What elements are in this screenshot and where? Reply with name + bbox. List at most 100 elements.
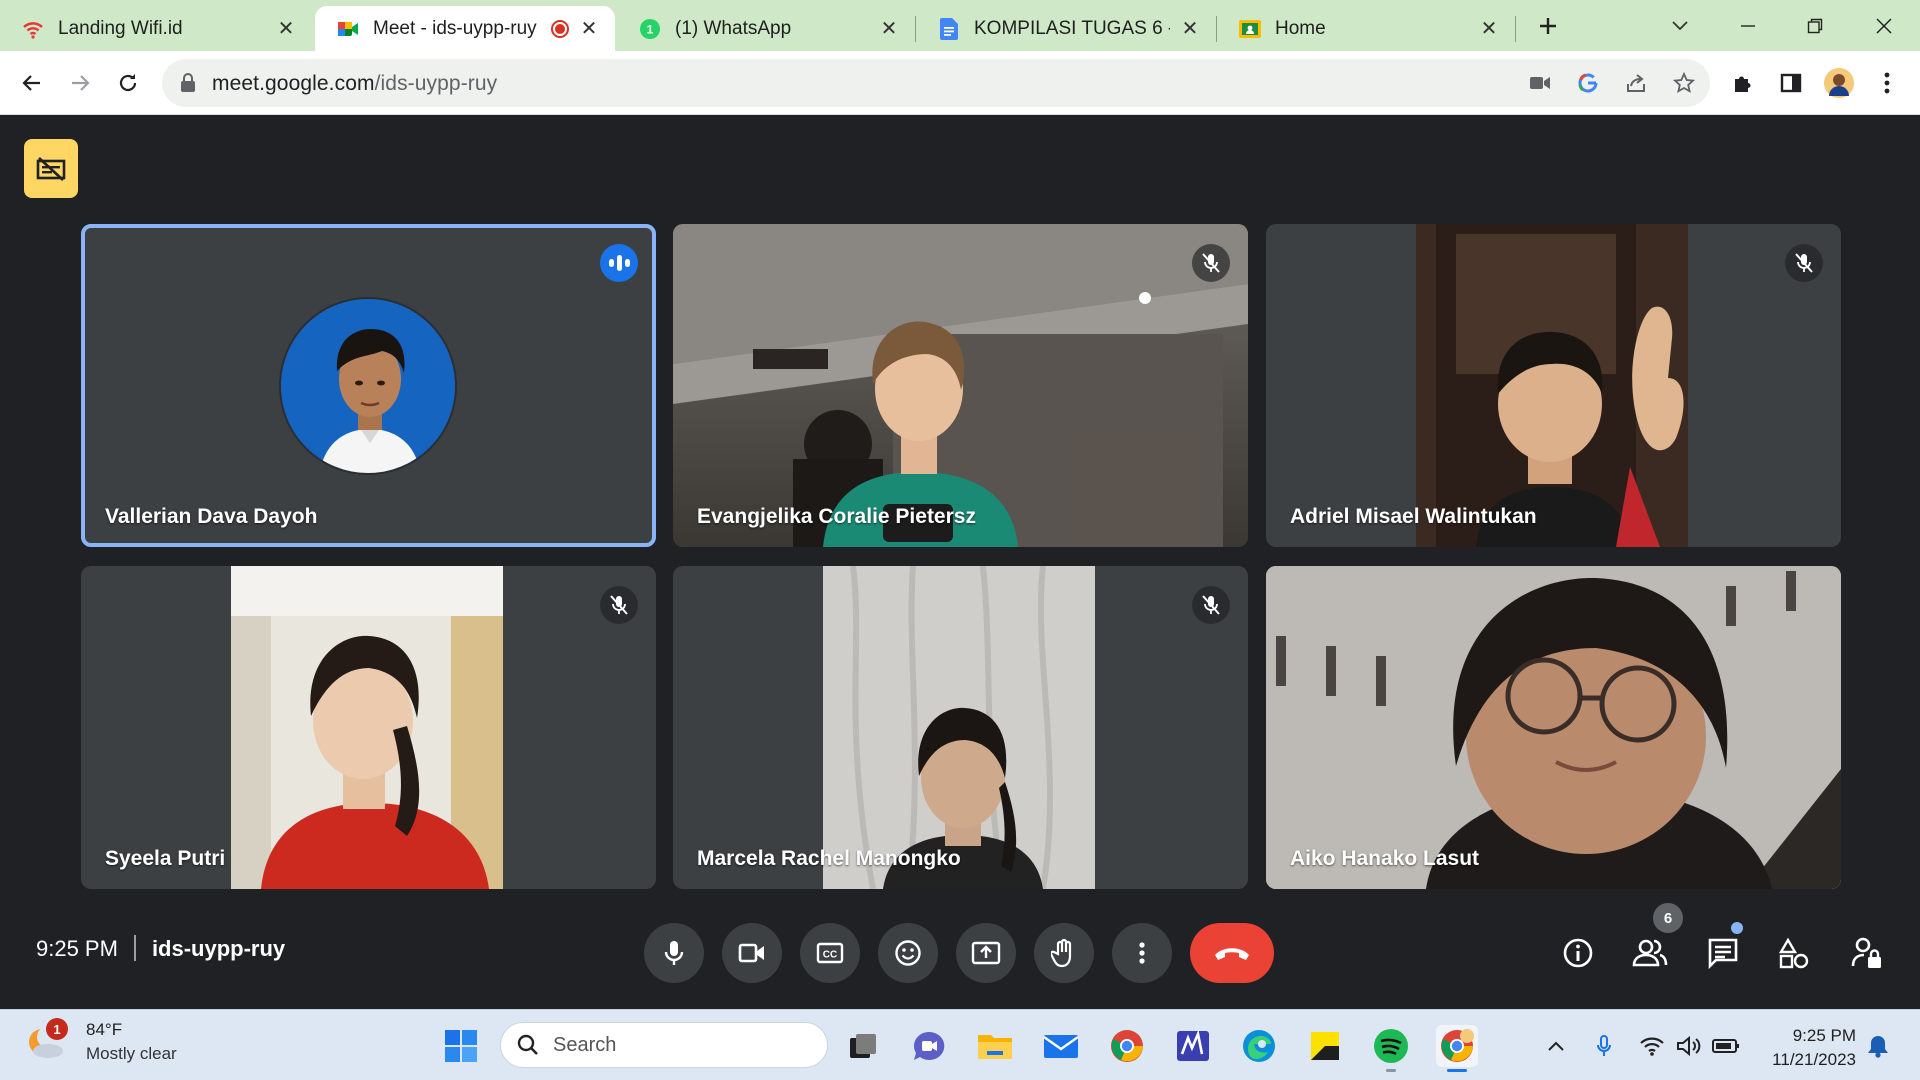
side-panel-icon[interactable] (1775, 67, 1807, 99)
close-window-button[interactable] (1864, 6, 1904, 46)
back-button[interactable] (14, 65, 50, 101)
chrome-app[interactable] (1106, 1025, 1148, 1067)
ms-whiteboard-app[interactable] (1172, 1025, 1214, 1067)
meeting-details-button[interactable] (1556, 931, 1600, 975)
teams-chat-app[interactable] (908, 1025, 950, 1067)
share-icon[interactable] (1622, 69, 1650, 97)
speaking-indicator-icon (600, 244, 638, 282)
show-hidden-icons[interactable] (1540, 1030, 1572, 1062)
participant-tile[interactable]: Adriel Misael Walintukan (1266, 224, 1841, 547)
chat-button[interactable] (1701, 931, 1745, 975)
google-translate-icon[interactable] (1574, 69, 1602, 97)
chrome-menu-icon[interactable] (1871, 67, 1903, 99)
notification-center[interactable] (1862, 1030, 1894, 1062)
search-placeholder: Search (553, 1033, 617, 1056)
minimize-button[interactable] (1728, 6, 1768, 46)
edge-app[interactable] (1238, 1025, 1280, 1067)
browser-tab-strip: Landing Wifi.id ✕ Meet - ids-uypp-ruy ✕ … (0, 0, 1920, 51)
chrome-profile-icon (1441, 1029, 1474, 1062)
host-controls-button[interactable] (1845, 931, 1889, 975)
tab-google-docs[interactable]: KOMPILASI TUGAS 6 - IM ✕ (916, 6, 1216, 51)
forward-button[interactable] (62, 65, 98, 101)
participant-count-badge: 6 (1653, 903, 1683, 933)
captions-button[interactable]: CC (800, 923, 860, 983)
microphone-button[interactable] (644, 923, 704, 983)
camera-in-use-icon[interactable] (1526, 69, 1554, 97)
taskbar-search[interactable]: Search (500, 1022, 828, 1068)
tab-google-classroom[interactable]: Home ✕ (1217, 6, 1515, 51)
microphone-icon (664, 941, 684, 965)
present-screen-button[interactable] (956, 923, 1016, 983)
divider (133, 935, 136, 961)
chrome-app-active[interactable] (1436, 1025, 1478, 1067)
network-tray[interactable] (1636, 1030, 1668, 1062)
volume-tray[interactable] (1673, 1030, 1705, 1062)
tab-title: Landing Wifi.id (58, 17, 183, 39)
participant-tile[interactable]: Vallerian Dava Dayoh (81, 224, 656, 547)
participant-tile[interactable]: Aiko Hanako Lasut (1266, 566, 1841, 889)
mail-app[interactable] (1040, 1025, 1082, 1067)
weather-temperature: 84°F (86, 1020, 123, 1039)
new-tab-button[interactable] (1528, 6, 1568, 46)
google-meet-icon (337, 18, 359, 40)
people-button[interactable] (1628, 931, 1672, 975)
activities-icon (1778, 937, 1809, 969)
running-indicator (1386, 1069, 1396, 1072)
bookmark-star-icon[interactable] (1670, 69, 1698, 97)
tab-google-meet[interactable]: Meet - ids-uypp-ruy ✕ (315, 6, 615, 51)
close-icon[interactable]: ✕ (877, 17, 901, 41)
activities-button[interactable] (1772, 931, 1816, 975)
battery-tray[interactable] (1710, 1030, 1742, 1062)
participant-name: Aiko Hanako Lasut (1290, 847, 1480, 870)
tab-landing-wifi[interactable]: Landing Wifi.id ✕ (0, 6, 312, 51)
microphone-tray[interactable] (1588, 1030, 1620, 1062)
mail-icon (1043, 1035, 1079, 1058)
raise-hand-button[interactable] (1034, 923, 1094, 983)
spotify-app[interactable] (1370, 1025, 1412, 1067)
meeting-code: ids-uypp-ruy (151, 936, 286, 961)
clock[interactable]: 9:25 PM 11/21/2023 (1756, 1024, 1856, 1072)
more-options-button[interactable] (1112, 923, 1172, 983)
start-button[interactable] (440, 1025, 482, 1067)
meeting-time: 9:25 PM (36, 936, 118, 961)
leave-call-button[interactable] (1190, 923, 1274, 983)
participant-tile[interactable]: Evangjelika Coralie Pietersz (673, 224, 1248, 547)
participant-video (1416, 224, 1688, 547)
participant-tile[interactable]: Syeela Putri (81, 566, 656, 889)
address-bar[interactable]: meet.google.com/ids-uypp-ruy (162, 59, 1710, 107)
profile-avatar[interactable] (1823, 67, 1855, 99)
google-docs-icon (938, 17, 960, 40)
close-icon[interactable]: ✕ (274, 17, 298, 41)
wifi-tray-icon (1640, 1037, 1664, 1056)
camera-button[interactable] (722, 923, 782, 983)
recording-icon (551, 19, 569, 38)
close-icon[interactable]: ✕ (1178, 17, 1202, 41)
clock-time: 9:25 PM (1792, 1026, 1856, 1045)
file-explorer-app[interactable] (974, 1025, 1016, 1067)
participant-video (823, 566, 1095, 889)
reload-button[interactable] (110, 65, 146, 101)
mic-off-icon (1192, 586, 1230, 624)
unread-dot (1731, 922, 1743, 934)
search-icon (517, 1034, 538, 1055)
participant-tile[interactable]: Marcela Rachel Manongko (673, 566, 1248, 889)
tab-search-button[interactable] (1660, 6, 1700, 46)
weather-widget[interactable]: 1 84°F Mostly clear (26, 1018, 177, 1064)
notification-badge: 1 (46, 1018, 68, 1040)
notice-button[interactable] (24, 139, 78, 198)
url-host: meet.google.com (212, 72, 375, 95)
whatsapp-icon: 1 (639, 18, 661, 40)
restore-button[interactable] (1795, 6, 1835, 46)
reactions-button[interactable] (878, 923, 938, 983)
sticky-notes-app[interactable] (1304, 1025, 1346, 1067)
task-view-button[interactable] (842, 1025, 884, 1067)
close-icon[interactable]: ✕ (577, 17, 601, 41)
participant-name: Syeela Putri (105, 847, 226, 870)
extensions-puzzle-icon[interactable] (1727, 67, 1759, 99)
wifi-icon (22, 18, 44, 40)
mic-off-icon (1192, 244, 1230, 282)
close-icon[interactable]: ✕ (1477, 17, 1501, 41)
info-icon (1563, 938, 1593, 968)
more-vert-icon (1139, 942, 1145, 964)
tab-whatsapp[interactable]: 1 (1) WhatsApp ✕ (617, 6, 915, 51)
